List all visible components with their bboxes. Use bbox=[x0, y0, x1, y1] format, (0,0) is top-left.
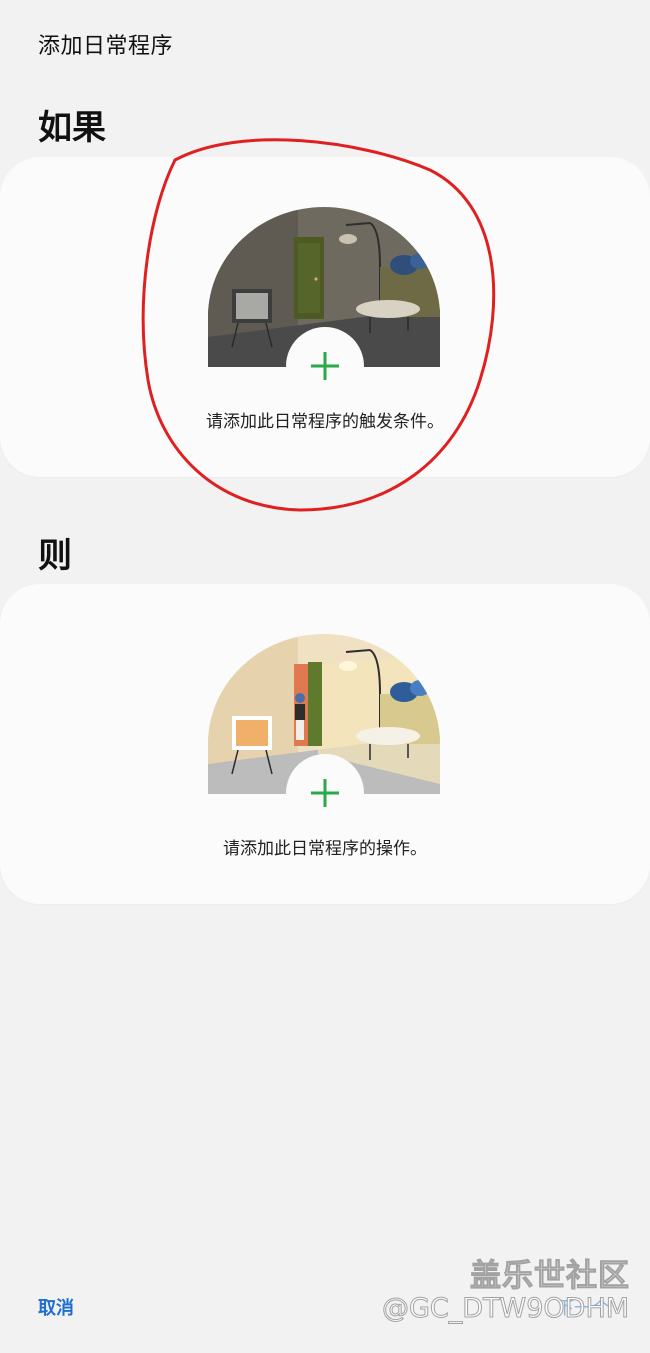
add-trigger-button[interactable] bbox=[286, 327, 364, 405]
trigger-prompt-text: 请添加此日常程序的触发条件。 bbox=[206, 412, 444, 432]
action-prompt-text: 请添加此日常程序的操作。 bbox=[223, 839, 427, 859]
if-condition-card[interactable]: 请添加此日常程序的触发条件。 bbox=[0, 157, 650, 477]
plus-icon bbox=[311, 779, 339, 807]
community-watermark-id: @GC_DTW9ODHM bbox=[381, 1293, 630, 1325]
cancel-button[interactable]: 取消 bbox=[38, 1294, 74, 1320]
if-section-heading: 如果 bbox=[38, 108, 106, 148]
add-routine-screen: 添加日常程序 如果 请添加此日常程序的触发条件。 则 请添加此日常程序的操作。 … bbox=[0, 0, 650, 1353]
then-section-heading: 则 bbox=[38, 536, 72, 576]
then-action-card[interactable]: 请添加此日常程序的操作。 bbox=[0, 584, 650, 904]
page-title: 添加日常程序 bbox=[38, 34, 174, 59]
community-watermark-logo: 盖乐世社区 bbox=[470, 1258, 630, 1295]
plus-icon bbox=[311, 352, 339, 380]
add-action-button[interactable] bbox=[286, 754, 364, 832]
